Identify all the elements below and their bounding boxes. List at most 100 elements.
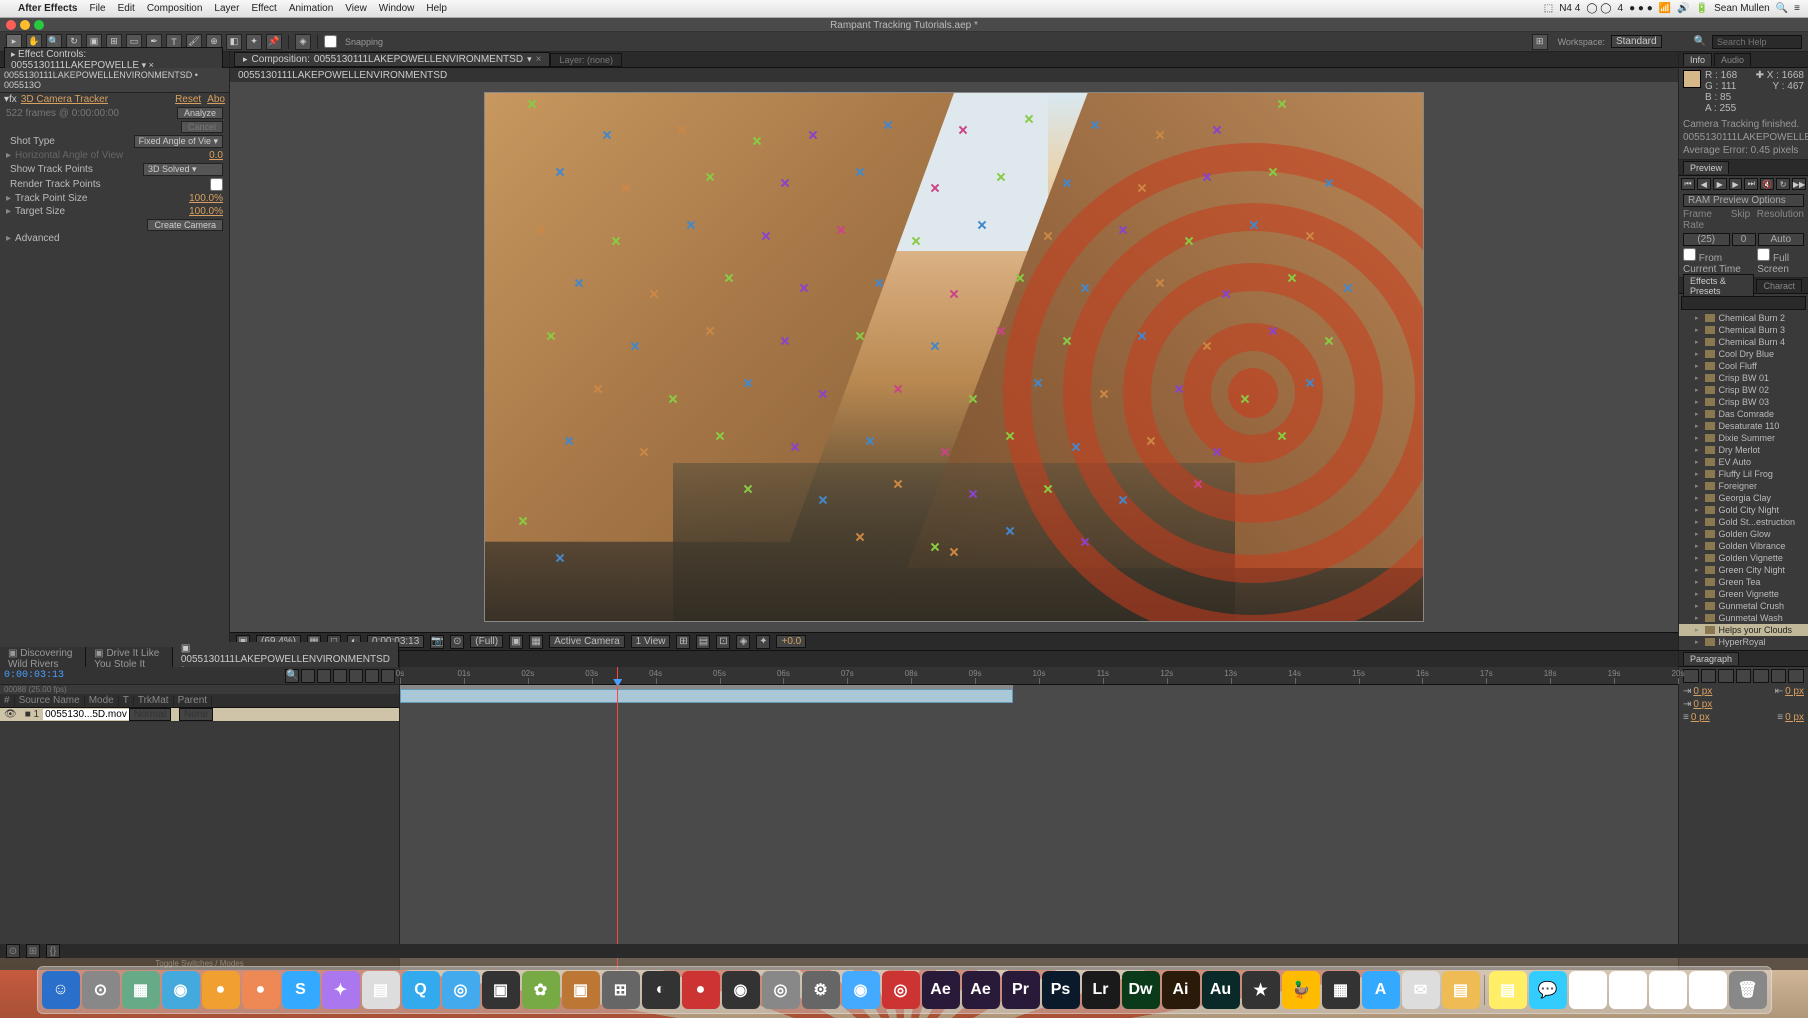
timeline-clip[interactable] bbox=[400, 689, 1013, 703]
preset-item[interactable]: Foreigner bbox=[1679, 480, 1808, 492]
tl-search-icon[interactable]: 🔍 bbox=[285, 669, 299, 683]
track-point[interactable] bbox=[947, 287, 961, 301]
preset-item[interactable]: Das Comrade bbox=[1679, 408, 1808, 420]
character-tab[interactable]: Charact bbox=[1756, 279, 1802, 292]
preset-item[interactable]: Helps your Clouds bbox=[1679, 624, 1808, 636]
effect-value-5[interactable]: 100.0% bbox=[189, 206, 223, 217]
composition-viewer[interactable] bbox=[230, 82, 1678, 632]
effect-value-4[interactable]: 100.0% bbox=[189, 193, 223, 204]
mute-button[interactable]: 🔇 bbox=[1760, 178, 1774, 190]
timeline-layer-1[interactable]: 👁 ■ 1 0055130...5D.mov Normal None bbox=[0, 708, 399, 722]
dock-app-3[interactable]: ◉ bbox=[162, 971, 200, 1009]
dock-app-7[interactable]: ✦ bbox=[322, 971, 360, 1009]
dock-app-30[interactable]: ★ bbox=[1242, 971, 1280, 1009]
dock-app-13[interactable]: ▣ bbox=[562, 971, 600, 1009]
dock-app-29[interactable]: Au bbox=[1202, 971, 1240, 1009]
dock-app-38[interactable] bbox=[1569, 971, 1607, 1009]
playhead[interactable] bbox=[617, 667, 618, 684]
vf-btn-6[interactable]: ⊙ bbox=[450, 635, 464, 649]
effects-search-input[interactable] bbox=[1681, 296, 1806, 310]
justify-full-button[interactable] bbox=[1788, 669, 1804, 683]
menu-effect[interactable]: Effect bbox=[251, 3, 276, 14]
exposure-value[interactable]: +0.0 bbox=[776, 635, 806, 648]
vf-btn-12[interactable]: ◈ bbox=[736, 635, 750, 649]
puppet-tool[interactable]: 📌 bbox=[266, 34, 282, 50]
sb-icon-2[interactable]: ⊞ bbox=[26, 944, 40, 958]
preset-item[interactable]: Gold St...estruction bbox=[1679, 516, 1808, 528]
timeline-col[interactable]: Mode bbox=[85, 695, 119, 706]
dock-app-28[interactable]: Ai bbox=[1162, 971, 1200, 1009]
timeline-col[interactable]: Parent bbox=[174, 695, 212, 706]
advanced-toggle[interactable]: Advanced bbox=[15, 233, 223, 244]
dock-app-15[interactable]: ◐ bbox=[642, 971, 680, 1009]
preset-item[interactable]: Golden Vignette bbox=[1679, 552, 1808, 564]
timeline-tracks[interactable] bbox=[400, 685, 1678, 970]
axis-tool[interactable]: ◈ bbox=[295, 34, 311, 50]
align-center-button[interactable] bbox=[1701, 669, 1717, 683]
align-left-button[interactable] bbox=[1683, 669, 1699, 683]
preview-options-dropdown[interactable]: RAM Preview Options bbox=[1683, 194, 1804, 207]
dock-app-22[interactable]: Ae bbox=[922, 971, 960, 1009]
reset-button[interactable]: Reset bbox=[175, 94, 201, 105]
timeline-col[interactable]: Source Name bbox=[15, 695, 85, 706]
menu-window[interactable]: Window bbox=[379, 3, 415, 14]
menu-composition[interactable]: Composition bbox=[147, 3, 203, 14]
menubar-status-1[interactable]: ⬚ bbox=[1544, 3, 1553, 14]
preset-item[interactable]: Green Tea bbox=[1679, 576, 1808, 588]
preset-item[interactable]: Crisp BW 03 bbox=[1679, 396, 1808, 408]
tl-icon-3[interactable] bbox=[317, 669, 331, 683]
dock-app-20[interactable]: ◉ bbox=[842, 971, 880, 1009]
dock-app-41[interactable] bbox=[1689, 971, 1727, 1009]
dock-app-25[interactable]: Ps bbox=[1042, 971, 1080, 1009]
effect-dropdown-2[interactable]: 3D Solved ▾ bbox=[143, 163, 223, 176]
dock-app-33[interactable]: A bbox=[1362, 971, 1400, 1009]
dock-app-27[interactable]: Dw bbox=[1122, 971, 1160, 1009]
timeline-col[interactable]: T bbox=[119, 695, 134, 706]
preset-item[interactable]: Golden Glow bbox=[1679, 528, 1808, 540]
skip-dropdown[interactable]: 0 bbox=[1732, 233, 1756, 246]
loop-button[interactable]: ↻ bbox=[1776, 178, 1790, 190]
preset-item[interactable]: Cool Fluff bbox=[1679, 360, 1808, 372]
timeline-col[interactable]: TrkMat bbox=[134, 695, 174, 706]
framerate-dropdown[interactable]: (25) bbox=[1683, 233, 1730, 246]
menubar-user[interactable]: Sean Mullen bbox=[1714, 3, 1770, 14]
justify-right-button[interactable] bbox=[1771, 669, 1787, 683]
from-current-checkbox[interactable]: From Current Time bbox=[1683, 248, 1753, 275]
dock-app-5[interactable]: ● bbox=[242, 971, 280, 1009]
layer-name[interactable]: 0055130...5D.mov bbox=[43, 709, 129, 720]
resolution-dropdown[interactable]: (Full) bbox=[470, 635, 503, 648]
ram-preview-button[interactable]: ▶▶ bbox=[1792, 178, 1806, 190]
preset-item[interactable]: Chemical Burn 4 bbox=[1679, 336, 1808, 348]
dock-app-34[interactable]: ✉ bbox=[1402, 971, 1440, 1009]
menu-animation[interactable]: Animation bbox=[289, 3, 333, 14]
zoom-icon[interactable] bbox=[34, 20, 44, 30]
effect-name-row[interactable]: ▾ fx 3D Camera Tracker Reset Abo bbox=[0, 93, 229, 106]
tl-icon-5[interactable] bbox=[349, 669, 363, 683]
preset-item[interactable]: Cool Dry Blue bbox=[1679, 348, 1808, 360]
menu-edit[interactable]: Edit bbox=[118, 3, 135, 14]
close-icon[interactable] bbox=[6, 20, 16, 30]
dock-app-26[interactable]: Lr bbox=[1082, 971, 1120, 1009]
composition-canvas[interactable] bbox=[484, 92, 1424, 622]
preset-item[interactable]: Golden Vibrance bbox=[1679, 540, 1808, 552]
menubar-status-5[interactable]: ● ● ● bbox=[1629, 3, 1653, 14]
play-button[interactable]: ▶ bbox=[1713, 178, 1727, 190]
workspace-icon[interactable]: ⊞ bbox=[1532, 34, 1548, 50]
layer-visibility-icon[interactable]: 👁 bbox=[0, 709, 21, 720]
search-help-input[interactable] bbox=[1712, 35, 1802, 49]
close-icon[interactable]: × bbox=[536, 54, 542, 65]
menubar-notifications-icon[interactable]: ≡ bbox=[1794, 3, 1800, 14]
preset-item[interactable]: EV Auto bbox=[1679, 456, 1808, 468]
timeline-col[interactable]: # bbox=[0, 695, 15, 706]
dock-app-0[interactable]: ☺ bbox=[42, 971, 80, 1009]
menubar-status-3[interactable]: ◯ ◯ bbox=[1586, 3, 1611, 14]
tl-icon-2[interactable] bbox=[301, 669, 315, 683]
menubar-spotlight-icon[interactable]: 🔍 bbox=[1776, 3, 1788, 14]
vf-btn-10[interactable]: ▤ bbox=[696, 635, 710, 649]
vf-btn-5[interactable]: 📷 bbox=[430, 635, 444, 649]
vf-btn-9[interactable]: ⊞ bbox=[676, 635, 690, 649]
about-button[interactable]: Abo bbox=[207, 94, 225, 105]
dock-app-2[interactable]: ▦ bbox=[122, 971, 160, 1009]
menu-view[interactable]: View bbox=[345, 3, 367, 14]
dock-app-36[interactable]: ▤ bbox=[1489, 971, 1527, 1009]
